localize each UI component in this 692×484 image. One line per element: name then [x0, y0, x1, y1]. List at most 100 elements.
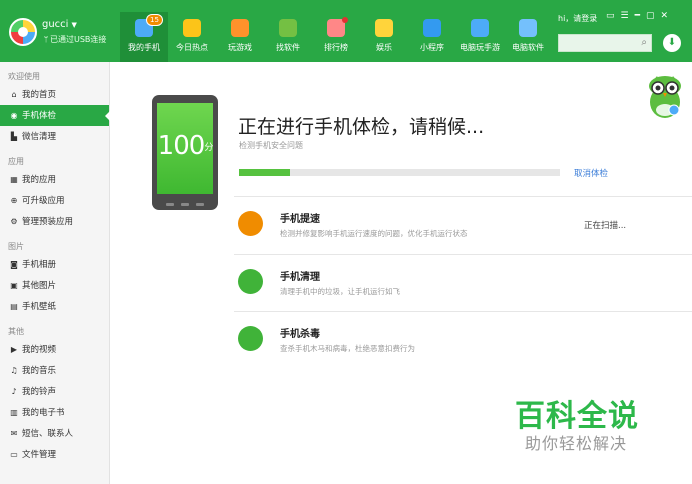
sidebar-item[interactable]: ▣ 其他图片 [0, 275, 109, 296]
menu-icon[interactable]: ☰ [621, 11, 629, 21]
home-icon: ⌂ [11, 90, 17, 99]
sidebar-item[interactable]: ▥ 我的电子书 [0, 402, 109, 423]
sidebar-item[interactable]: ⊕ 可升级应用 [0, 190, 109, 211]
download-icon[interactable]: ⬇ [663, 34, 681, 52]
sidebar-item[interactable]: ▶ 我的视频 [0, 339, 109, 360]
sidebar-item-label: 可升级应用 [22, 196, 65, 206]
check-item: 手机杀毒 查杀手机木马和病毒，杜绝恶意扣费行为 [234, 311, 692, 367]
nav-item[interactable]: 找软件 [264, 12, 312, 62]
video-icon: ▶ [10, 345, 18, 354]
sidebar-item-label: 微信清理 [22, 132, 57, 142]
sidebar-item[interactable]: ▭ 文件管理 [0, 444, 109, 465]
check-item-status: 正在扫描... [584, 221, 627, 231]
shield-icon [238, 326, 263, 351]
login-link[interactable]: hi，请登录 [558, 13, 597, 24]
feedback-icon[interactable]: ▭ [606, 11, 615, 21]
check-item: 手机提速检测并修复影响手机运行速度的问题，优化手机运行状态 正在扫描... [234, 196, 692, 252]
nav-item-label: 电脑玩手游 [460, 43, 500, 52]
main-nav: 15 我的手机 今日热点 玩游戏 找软件 排行榜 娱乐 小程序 电脑玩手游 电脑软件 [120, 12, 552, 62]
close-icon[interactable]: ✕ [661, 11, 669, 21]
sidebar-item-label: 我的视频 [22, 345, 57, 355]
nav-item-label: 娱乐 [376, 43, 392, 52]
nav-item[interactable]: 排行榜 [312, 12, 360, 62]
nav-item-label: 排行榜 [324, 43, 348, 52]
sidebar-item[interactable]: ♪ 我的铃声 [0, 381, 109, 402]
sidebar-item-label: 其他图片 [22, 281, 57, 291]
check-item-description: 检测并修复影响手机运行速度的问题，优化手机运行状态 [280, 229, 468, 238]
owl-mascot-icon[interactable] [645, 72, 685, 120]
android-icon [279, 19, 297, 37]
broom-icon: ▙ [10, 132, 18, 141]
sidebar-item-label: 我的电子书 [22, 408, 65, 418]
nav-item[interactable]: 娱乐 [360, 12, 408, 62]
check-item: 手机清理 清理手机中的垃圾，让手机运行如飞 [234, 254, 692, 310]
sidebar-item[interactable]: ▙ 微信清理 [0, 126, 109, 147]
health-score: 100分 [157, 131, 214, 161]
check-item-description: 清理手机中的垃圾，让手机运行如飞 [280, 287, 400, 296]
nav-item-label: 玩游戏 [228, 43, 252, 52]
sidebar-item[interactable]: ✉ 短信、联系人 [0, 423, 109, 444]
message-icon: ✉ [10, 429, 18, 438]
sidebar-item[interactable]: ▤ 手机壁纸 [0, 296, 109, 317]
sidebar-item-label: 文件管理 [22, 450, 57, 460]
usb-icon: ᛘ [43, 35, 49, 44]
checkup-icon: ◉ [10, 111, 18, 120]
nav-item-label: 找软件 [276, 43, 300, 52]
gear-icon: ⚙ [10, 217, 18, 226]
camera-icon: ◙ [10, 260, 18, 269]
bell-icon: ♪ [11, 387, 17, 396]
nav-item[interactable]: 电脑软件 [504, 12, 552, 62]
sidebar-item[interactable]: ▦ 我的应用 [0, 169, 109, 190]
apps-grid-icon: ▦ [10, 175, 18, 184]
sidebar-item-label: 我的首页 [22, 90, 57, 100]
star-icon [183, 19, 201, 37]
search-input[interactable]: ⌕ [558, 34, 652, 52]
upgrade-icon: ⊕ [10, 196, 18, 205]
music-box-icon [375, 19, 393, 37]
sidebar-item[interactable]: ⌂ 我的首页 [0, 84, 109, 105]
usb-status: ᛘ 已通过USB连接 [42, 34, 107, 45]
mini-program-icon [423, 19, 441, 37]
cancel-checkup-button[interactable]: 取消体检 [574, 167, 608, 179]
broom-icon [238, 269, 263, 294]
nav-item[interactable]: 电脑玩手游 [456, 12, 504, 62]
sidebar-item-label: 我的音乐 [22, 366, 57, 376]
maximize-icon[interactable]: ▢ [646, 11, 655, 21]
user-menu[interactable]: gucci ▼ [42, 19, 77, 30]
phone-button [166, 203, 174, 206]
red-dot-indicator [342, 17, 348, 23]
progress-bar [239, 169, 560, 176]
sidebar-item-label: 管理预装应用 [22, 217, 74, 227]
sidebar-item[interactable]: ◉ 手机体检 [0, 105, 110, 126]
progress-fill [239, 169, 291, 176]
nav-item[interactable]: 玩游戏 [216, 12, 264, 62]
sidebar-item-label: 我的应用 [22, 175, 57, 185]
search-icon[interactable]: ⌕ [641, 37, 647, 48]
usb-status-label: 已通过USB连接 [50, 35, 107, 44]
nav-item-label: 电脑软件 [512, 43, 544, 52]
nav-item-label: 小程序 [420, 43, 444, 52]
sidebar: 欢迎使用 ⌂ 我的首页 ◉ 手机体检 ▙ 微信清理 应用 ▦ 我的应用 ⊕ 可升级应用 ⚙ 管理预装应用图… [0, 62, 110, 484]
chevron-down-icon[interactable]: ▼ [71, 21, 76, 29]
monitor-game-icon [471, 19, 489, 37]
sidebar-item[interactable]: ♫ 我的音乐 [0, 360, 109, 381]
sidebar-section-title: 其他 [8, 327, 24, 336]
username[interactable]: gucci [42, 19, 68, 30]
sidebar-item[interactable]: ⚙ 管理预装应用 [0, 211, 109, 232]
wallpaper-icon: ▤ [10, 302, 18, 311]
check-item-title: 手机提速 [280, 214, 320, 225]
nav-item-label: 我的手机 [128, 43, 160, 52]
nav-item[interactable]: 小程序 [408, 12, 456, 62]
minimize-icon[interactable]: ━ [635, 11, 640, 21]
nav-item[interactable]: 今日热点 [168, 12, 216, 62]
sidebar-item-label: 手机壁纸 [22, 302, 57, 312]
sidebar-item-label: 短信、联系人 [22, 429, 74, 439]
sidebar-item[interactable]: ◙ 手机相册 [0, 254, 109, 275]
page-subtitle: 检测手机安全问题 [239, 141, 303, 150]
speedup-icon [238, 211, 263, 236]
windows-icon [519, 19, 537, 37]
phone-button [196, 203, 204, 206]
app-logo-icon[interactable] [9, 18, 37, 46]
nav-item[interactable]: 15 我的手机 [120, 12, 168, 62]
sidebar-section-title: 图片 [8, 242, 24, 251]
